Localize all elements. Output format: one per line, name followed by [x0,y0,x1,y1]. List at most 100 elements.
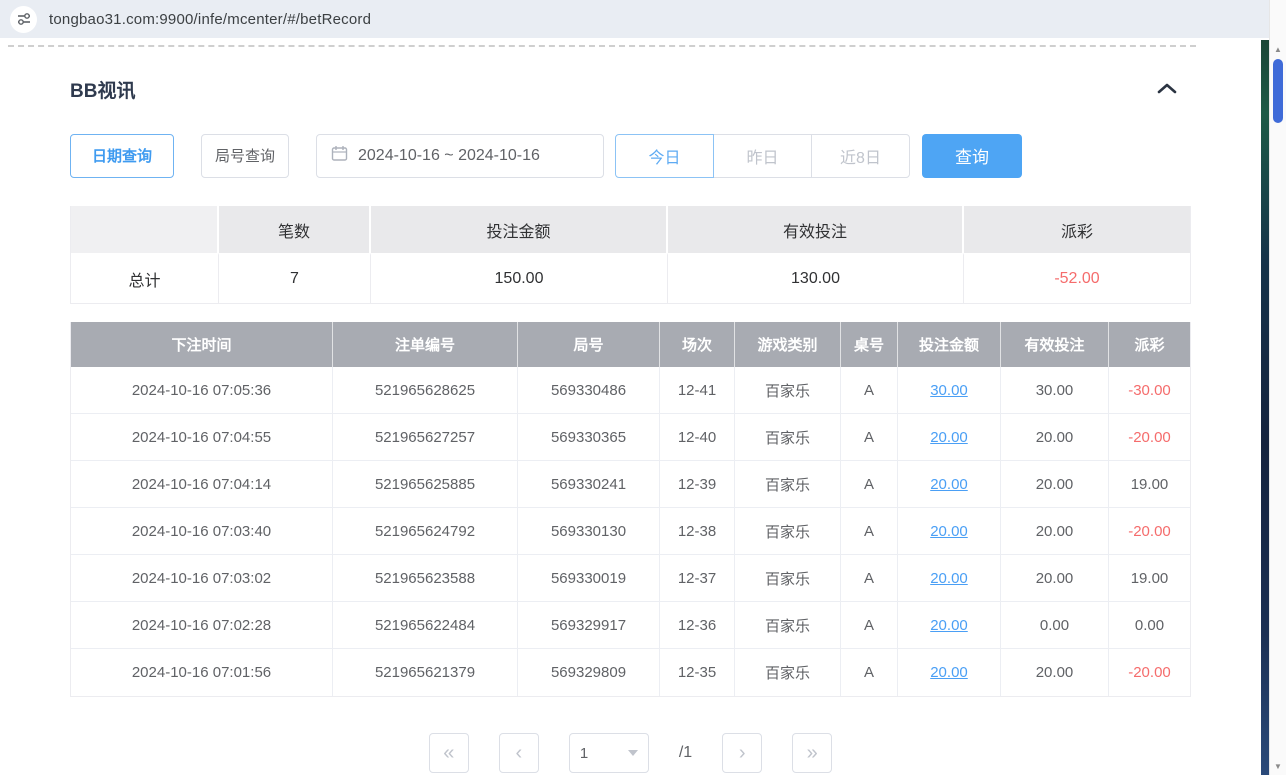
payout: 19.00 [1109,555,1190,602]
date-query-tab[interactable]: 日期查询 [70,134,174,178]
bet-time: 2024-10-16 07:04:14 [71,461,333,508]
payout: 19.00 [1109,461,1190,508]
session: 12-35 [660,649,735,696]
valid-bet: 20.00 [1001,555,1109,602]
page-edge-strip [1261,40,1269,775]
address-bar[interactable]: tongbao31.com:9900/infe/mcenter/#/betRec… [0,0,1269,38]
dashed-separator [8,45,1196,47]
col-header-game: 游戏类别 [735,322,841,367]
bet-amount-link[interactable]: 20.00 [930,617,968,634]
round-query-tab[interactable]: 局号查询 [201,134,289,178]
date-range-picker[interactable]: 2024-10-16 ~ 2024-10-16 [316,134,604,178]
col-header-valid: 有效投注 [1001,322,1109,367]
valid-bet: 20.00 [1001,649,1109,696]
bet-record-panel: BB视讯 日期查询 局号查询 2024-10-16 ~ 2024-10-16 今… [70,52,1191,773]
recent-8-days-button[interactable]: 近8日 [811,134,910,178]
table-row: 2024-10-16 07:01:56 521965621379 5693298… [71,649,1190,696]
first-page-button[interactable]: « [429,733,469,773]
url-text[interactable]: tongbao31.com:9900/infe/mcenter/#/betRec… [49,11,371,28]
table-row: 2024-10-16 07:02:28 521965622484 5693299… [71,602,1190,649]
bet-record-table: 下注时间 注单编号 局号 场次 游戏类别 桌号 投注金额 有效投注 派彩 202… [70,322,1191,697]
summary-total-payout: -52.00 [964,253,1190,303]
table-no: A [841,414,898,461]
date-range-value: 2024-10-16 ~ 2024-10-16 [358,147,540,165]
summary-header-row: 笔数 投注金额 有效投注 派彩 [71,206,1190,253]
game-type: 百家乐 [735,461,841,508]
bet-amount-link[interactable]: 20.00 [930,570,968,587]
scrollbar-thumb[interactable] [1273,59,1283,123]
round-no: 569330130 [518,508,660,555]
round-no: 569330019 [518,555,660,602]
bet-amount-link[interactable]: 20.00 [930,523,968,540]
game-type: 百家乐 [735,649,841,696]
table-row: 2024-10-16 07:04:55 521965627257 5693303… [71,414,1190,461]
summary-total-row: 总计 7 150.00 130.00 -52.00 [71,253,1190,303]
game-type: 百家乐 [735,508,841,555]
col-header-session: 场次 [660,322,735,367]
panel-header: BB视讯 [70,76,1191,103]
round-no: 569330486 [518,367,660,414]
today-button[interactable]: 今日 [615,134,714,178]
bet-amount-link[interactable]: 30.00 [930,382,968,399]
order-no: 521965627257 [333,414,518,461]
valid-bet: 30.00 [1001,367,1109,414]
order-no: 521965623588 [333,555,518,602]
bet-time: 2024-10-16 07:03:02 [71,555,333,602]
game-type: 百家乐 [735,414,841,461]
bet-time: 2024-10-16 07:04:55 [71,414,333,461]
session: 12-40 [660,414,735,461]
yesterday-button[interactable]: 昨日 [713,134,812,178]
prev-page-button[interactable]: ‹ [499,733,539,773]
round-no: 569329917 [518,602,660,649]
next-page-button[interactable]: › [722,733,762,773]
page-select[interactable]: 1 [569,733,649,773]
valid-bet: 20.00 [1001,414,1109,461]
table-no: A [841,602,898,649]
bet-time: 2024-10-16 07:05:36 [71,367,333,414]
chevron-down-icon [628,750,638,756]
order-no: 521965621379 [333,649,518,696]
table-no: A [841,461,898,508]
bet-amount-cell: 20.00 [898,555,1001,602]
session: 12-39 [660,461,735,508]
bet-amount-cell: 20.00 [898,414,1001,461]
bet-amount-link[interactable]: 20.00 [930,429,968,446]
col-header-round: 局号 [518,322,660,367]
payout: -30.00 [1109,367,1190,414]
bet-amount-cell: 30.00 [898,367,1001,414]
game-type: 百家乐 [735,555,841,602]
bet-amount-cell: 20.00 [898,602,1001,649]
summary-table: 笔数 投注金额 有效投注 派彩 总计 7 150.00 130.00 -52.0… [70,206,1191,304]
bet-time: 2024-10-16 07:01:56 [71,649,333,696]
valid-bet: 0.00 [1001,602,1109,649]
game-type: 百家乐 [735,602,841,649]
col-header-bet: 投注金额 [898,322,1001,367]
search-button[interactable]: 查询 [922,134,1022,178]
calendar-icon [331,145,348,167]
summary-header-payout: 派彩 [964,206,1190,253]
payout: -20.00 [1109,414,1190,461]
scroll-up-arrow-icon[interactable]: ▲ [1270,41,1286,58]
table-header-row: 下注时间 注单编号 局号 场次 游戏类别 桌号 投注金额 有效投注 派彩 [71,322,1190,367]
order-no: 521965628625 [333,367,518,414]
valid-bet: 20.00 [1001,461,1109,508]
summary-header-count: 笔数 [219,206,371,253]
vertical-scrollbar[interactable]: ▲ ▼ [1269,0,1286,775]
site-settings-icon[interactable] [10,6,37,33]
scroll-down-arrow-icon[interactable]: ▼ [1270,758,1286,775]
quick-date-group: 今日 昨日 近8日 [615,134,910,178]
game-type: 百家乐 [735,367,841,414]
bet-amount-cell: 20.00 [898,508,1001,555]
page-select-value: 1 [580,745,588,762]
bet-amount-link[interactable]: 20.00 [930,476,968,493]
bet-amount-link[interactable]: 20.00 [930,664,968,681]
collapse-chevron-up-icon[interactable] [1153,77,1181,103]
last-page-button[interactable]: » [792,733,832,773]
table-row: 2024-10-16 07:03:02 521965623588 5693300… [71,555,1190,602]
summary-header-valid: 有效投注 [668,206,964,253]
session: 12-41 [660,367,735,414]
order-no: 521965625885 [333,461,518,508]
round-no: 569329809 [518,649,660,696]
table-row: 2024-10-16 07:05:36 521965628625 5693304… [71,367,1190,414]
order-no: 521965624792 [333,508,518,555]
